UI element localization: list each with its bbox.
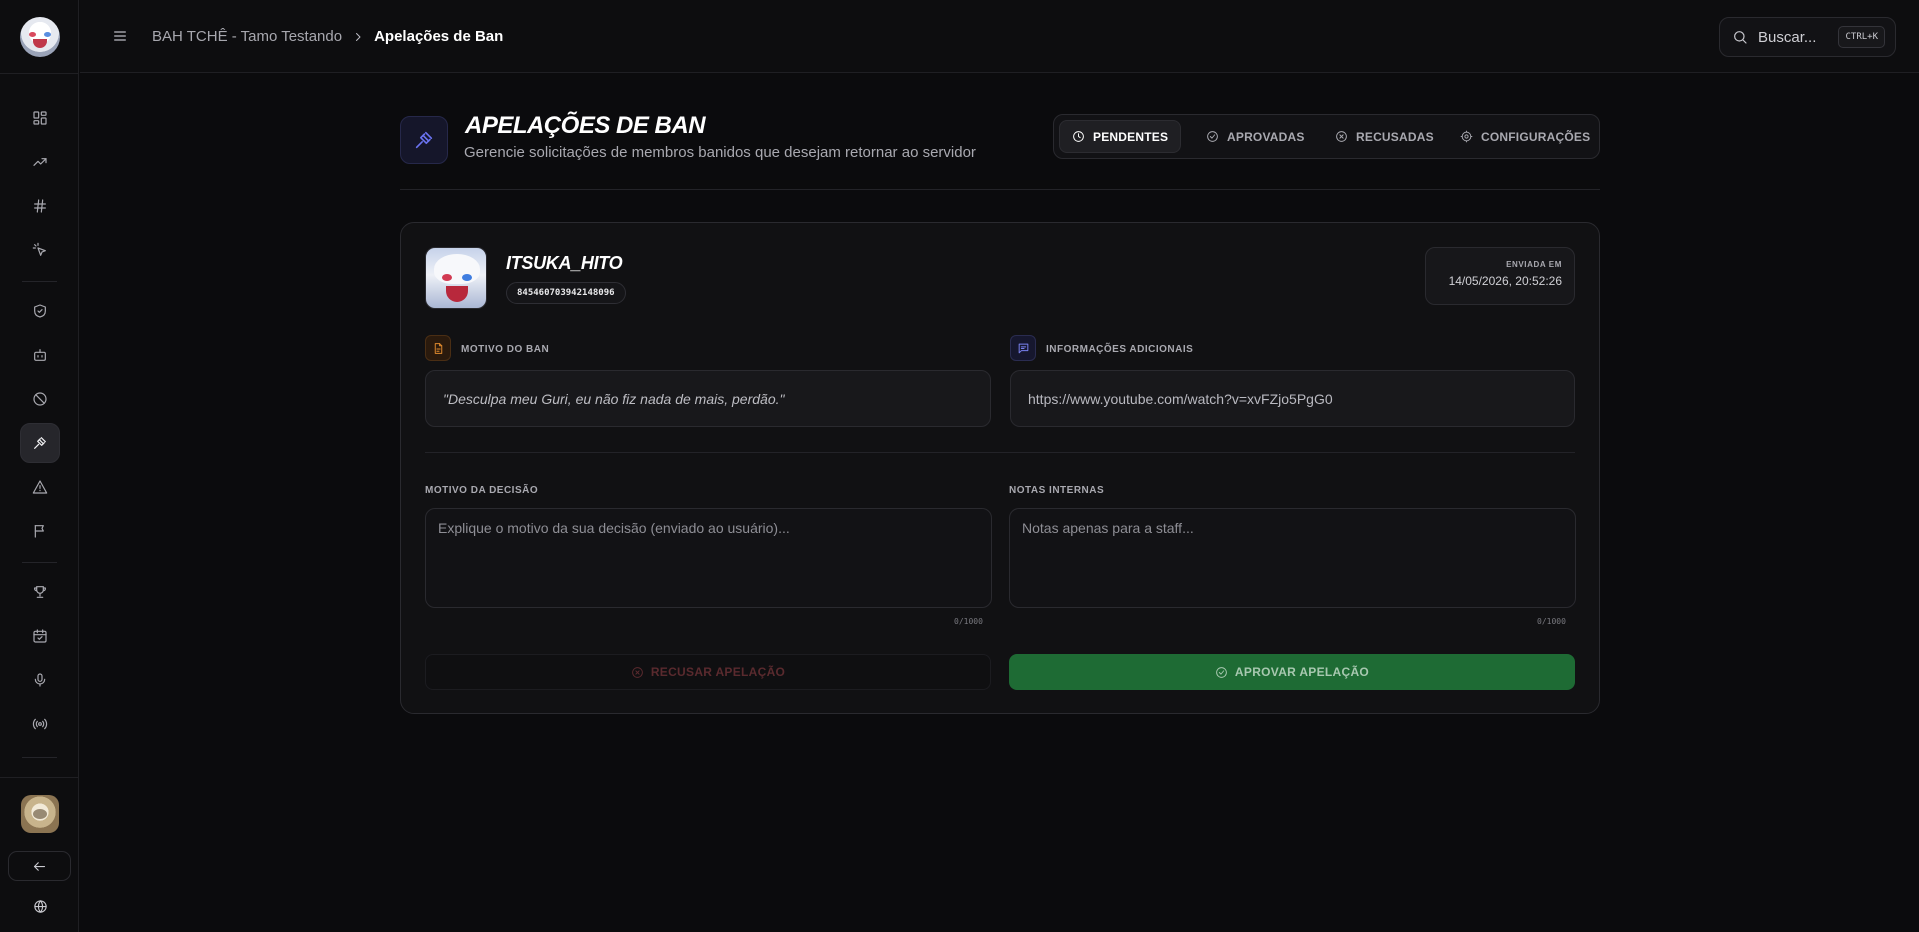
bot-icon[interactable] [20,335,60,375]
notes-counter: 0/1000 [1537,617,1566,626]
tab-aprovadas[interactable]: APROVADAS [1194,120,1317,153]
search-icon [1734,31,1747,44]
gavel-icon[interactable] [20,423,60,463]
hamburger-icon [114,31,126,41]
decision-textarea[interactable] [425,508,992,608]
sparkle-cursor-icon[interactable] [20,230,60,270]
ban-reason-label: MOTIVO DO BAN [461,344,550,355]
clock-icon [1073,131,1084,142]
appeal-card: ITSUKA_HITO 845460703942148096 ENVIADA E… [400,222,1600,714]
sidebar-separator [0,777,79,778]
trending-icon[interactable] [20,142,60,182]
user-avatar[interactable] [21,795,59,833]
document-icon [425,335,451,361]
breadcrumb: BAH TCHÊ - Tamo Testando Apelações de Ba… [152,28,503,45]
x-circle-icon [1336,131,1347,142]
sidebar-divider [22,757,57,758]
appeal-user-id[interactable]: 845460703942148096 [506,282,626,304]
arrow-left-icon [33,861,46,871]
microphone-icon[interactable] [20,660,60,700]
x-circle-icon [631,666,643,678]
search-button[interactable]: Buscar... CTRL+K [1719,17,1896,57]
notes-label: NOTAS INTERNAS [1009,485,1105,496]
shield-check-icon[interactable] [20,291,60,331]
search-shortcut: CTRL+K [1838,26,1885,48]
sent-date-box: ENVIADA EM 14/05/2026, 20:52:26 [1425,247,1575,305]
sidebar-divider [22,562,57,563]
tab-bar: PENDENTES APROVADAS RECUSADAS CONFIGURAÇ… [1053,114,1600,159]
tab-recusadas[interactable]: RECUSADAS [1323,120,1446,153]
sidebar [0,0,79,932]
page-subtitle: Gerencie solicitações de membros banidos… [464,144,976,161]
header-divider [400,189,1600,190]
sent-date: 14/05/2026, 20:52:26 [1448,274,1562,288]
tab-label: CONFIGURAÇÕES [1481,129,1591,144]
tab-configuracoes[interactable]: CONFIGURAÇÕES [1448,120,1602,153]
tab-label: RECUSADAS [1356,129,1434,144]
gavel-icon [415,131,433,149]
appeal-user-avatar [425,247,487,309]
trophy-icon[interactable] [20,572,60,612]
gear-icon [1460,130,1473,143]
check-circle-icon [1216,666,1227,678]
broadcast-icon[interactable] [20,704,60,744]
flag-icon[interactable] [20,511,60,551]
sent-label: ENVIADA EM [1506,260,1562,269]
card-divider [425,452,1575,453]
notes-textarea[interactable] [1009,508,1576,608]
server-logo[interactable] [20,17,60,57]
extra-info-label: INFORMAÇÕES ADICIONAIS [1046,344,1194,355]
ban-reason-box: "Desculpa meu Guri, eu não fiz nada de m… [425,370,991,427]
page-icon [400,116,448,164]
menu-toggle-button[interactable] [112,28,128,44]
back-button[interactable] [8,851,71,881]
chevron-right-icon [352,31,364,43]
message-icon [1010,335,1036,361]
approve-label: APROVAR APELAÇÃO [1234,665,1370,679]
approve-appeal-button[interactable]: APROVAR APELAÇÃO [1009,654,1575,690]
check-circle-icon [1207,131,1218,142]
globe-icon [33,899,47,913]
tab-label: PENDENTES [1093,129,1169,144]
hash-icon[interactable] [20,186,60,226]
sidebar-separator [0,73,79,74]
breadcrumb-current: Apelações de Ban [374,28,504,45]
extra-info-box[interactable]: https://www.youtube.com/watch?v=xvFZjo5P… [1010,370,1575,427]
reject-appeal-button[interactable]: RECUSAR APELAÇÃO [425,654,991,690]
reject-label: RECUSAR APELAÇÃO [650,665,786,679]
page-title: APELAÇÕES DE BAN [465,112,706,139]
tab-pendentes[interactable]: PENDENTES [1059,120,1182,153]
ban-icon[interactable] [20,379,60,419]
topbar: BAH TCHÊ - Tamo Testando Apelações de Ba… [80,0,1919,73]
sidebar-divider [22,281,57,282]
app-root: BAH TCHÊ - Tamo Testando Apelações de Ba… [0,0,1919,932]
tab-label: APROVADAS [1227,129,1305,144]
appeal-username: ITSUKA_HITO [506,253,623,273]
breadcrumb-server[interactable]: BAH TCHÊ - Tamo Testando [152,28,342,45]
calendar-check-icon[interactable] [20,616,60,656]
search-placeholder: Buscar... [1758,28,1817,46]
dashboard-icon[interactable] [20,98,60,138]
decision-label: MOTIVO DA DECISÃO [425,485,539,496]
alert-triangle-icon[interactable] [20,467,60,507]
language-button[interactable] [20,886,60,926]
decision-counter: 0/1000 [954,617,983,626]
